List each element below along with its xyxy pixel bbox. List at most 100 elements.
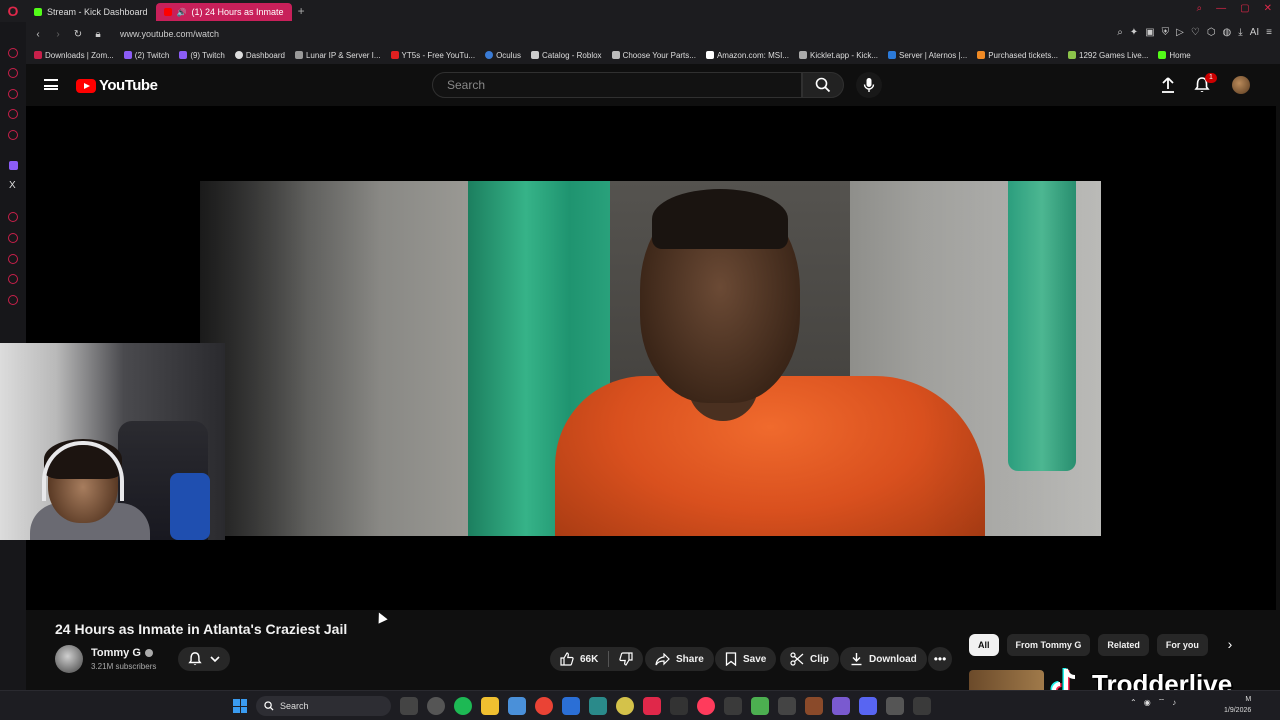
- taskbar-app-icon[interactable]: [670, 697, 688, 715]
- bookmark-item[interactable]: Catalog - Roblox: [530, 51, 602, 60]
- share-button[interactable]: Share: [645, 647, 714, 671]
- taskbar-app-icon[interactable]: [616, 697, 634, 715]
- search-input[interactable]: Search: [432, 72, 802, 98]
- bookmark-item[interactable]: Purchased tickets...: [977, 51, 1058, 60]
- account-avatar[interactable]: [1232, 76, 1250, 94]
- chevron-up-icon[interactable]: ⌃: [1130, 698, 1137, 707]
- video-frame[interactable]: [200, 181, 1101, 536]
- wifi-icon[interactable]: ⌔: [1158, 697, 1166, 707]
- bookmark-item[interactable]: Choose Your Parts...: [611, 51, 696, 60]
- maximize-button[interactable]: ▢: [1240, 3, 1249, 14]
- channel-name[interactable]: Tommy G: [91, 647, 153, 659]
- sidebar-app-icon[interactable]: [8, 212, 18, 222]
- back-button[interactable]: ‹: [30, 29, 46, 40]
- file-explorer-icon[interactable]: [481, 697, 499, 715]
- search-button[interactable]: [802, 72, 844, 98]
- chevron-right-icon[interactable]: ›: [1220, 636, 1240, 656]
- youtube-app-icon[interactable]: [643, 697, 661, 715]
- snapshot-icon[interactable]: ▣: [1145, 27, 1154, 38]
- new-tab-button[interactable]: +: [298, 4, 305, 18]
- taskbar-app-icon[interactable]: [886, 697, 904, 715]
- zoom-icon[interactable]: ⌕: [1117, 27, 1123, 38]
- heart-icon[interactable]: ♡: [1191, 27, 1200, 38]
- sidebar-app-icon[interactable]: [8, 295, 18, 305]
- system-clock[interactable]: M 1/9/2026: [1224, 694, 1251, 716]
- chip-for-you[interactable]: For you: [1156, 634, 1208, 656]
- save-button[interactable]: Save: [715, 647, 777, 671]
- menu-icon[interactable]: ≡: [1266, 27, 1272, 38]
- bookmark-item[interactable]: (9) Twitch: [179, 51, 225, 60]
- media-player-icon[interactable]: [697, 697, 715, 715]
- bookmark-item[interactable]: Server | Aternos |...: [888, 51, 967, 60]
- bookmark-item[interactable]: YT5s - Free YouTu...: [390, 51, 475, 60]
- sidebar-app-icon[interactable]: [8, 109, 18, 119]
- clip-button[interactable]: Clip: [780, 647, 839, 671]
- taskbar-app-icon[interactable]: [832, 697, 850, 715]
- minecraft-icon[interactable]: [751, 697, 769, 715]
- chip-from-channel[interactable]: From Tommy G: [1006, 634, 1091, 656]
- reload-button[interactable]: ↻: [70, 29, 86, 40]
- chrome-icon[interactable]: [535, 697, 553, 715]
- discord-icon[interactable]: [859, 697, 877, 715]
- taskbar-app-icon[interactable]: [805, 697, 823, 715]
- tab-kick-dashboard[interactable]: Stream - Kick Dashboard: [26, 3, 156, 21]
- bookmark-item[interactable]: Kicklet.app - Kick...: [798, 51, 878, 60]
- create-button[interactable]: [1160, 76, 1176, 99]
- taskbar-search[interactable]: Search: [256, 696, 391, 716]
- extension-icon[interactable]: ✦: [1130, 27, 1138, 38]
- bookmark-item[interactable]: Downloads | Zom...: [34, 51, 114, 60]
- subscription-bell-button[interactable]: [178, 647, 230, 671]
- like-button[interactable]: 66K: [550, 647, 608, 671]
- sidebar-app-icon[interactable]: [8, 48, 18, 58]
- twitch-sidebar-icon[interactable]: [9, 161, 18, 170]
- terminal-icon[interactable]: [589, 697, 607, 715]
- chip-related[interactable]: Related: [1098, 634, 1149, 656]
- ai-label[interactable]: AI: [1250, 27, 1259, 38]
- shield-icon[interactable]: ⛨: [1162, 27, 1170, 38]
- x-sidebar-icon[interactable]: X: [9, 180, 16, 191]
- volume-icon[interactable]: ♪: [1172, 698, 1176, 707]
- taskbar-app-icon[interactable]: [427, 697, 445, 715]
- taskbar-app-icon[interactable]: [400, 697, 418, 715]
- bookmark-item[interactable]: Oculus: [485, 51, 521, 60]
- search-tabs-icon[interactable]: ⌕: [1197, 3, 1203, 14]
- youtube-logo[interactable]: YouTube: [76, 77, 158, 94]
- sidebar-app-icon[interactable]: [8, 68, 18, 78]
- forward-button[interactable]: ›: [50, 29, 66, 40]
- start-button[interactable]: [233, 699, 247, 713]
- chip-all[interactable]: All: [969, 634, 999, 656]
- bookmark-item[interactable]: Lunar IP & Server I...: [294, 51, 381, 60]
- editor-icon[interactable]: [562, 697, 580, 715]
- bookmark-item[interactable]: (2) Twitch: [123, 51, 169, 60]
- recommended-video-thumbnail[interactable]: [969, 670, 1044, 690]
- opera-logo-icon[interactable]: O: [0, 0, 26, 22]
- sidebar-app-icon[interactable]: [8, 274, 18, 284]
- puzzle-icon[interactable]: ⬡: [1207, 27, 1216, 38]
- download-button[interactable]: Download: [840, 647, 927, 671]
- sidebar-app-icon[interactable]: [8, 233, 18, 243]
- profile-extension-icon[interactable]: ◍: [1223, 27, 1232, 38]
- more-actions-button[interactable]: •••: [928, 647, 952, 671]
- sidebar-app-icon[interactable]: [8, 89, 18, 99]
- download-icon[interactable]: ⤓: [1238, 27, 1242, 38]
- bookmark-item[interactable]: Home: [1158, 51, 1191, 60]
- play-icon[interactable]: ▷: [1176, 27, 1184, 38]
- photos-icon[interactable]: [508, 697, 526, 715]
- taskbar-app-icon[interactable]: [778, 697, 796, 715]
- taskbar-app-icon[interactable]: [913, 697, 931, 715]
- tab-youtube-video[interactable]: 🔊 (1) 24 Hours as Inmate: [155, 3, 292, 21]
- sidebar-app-icon[interactable]: [8, 130, 18, 140]
- bookmark-item[interactable]: Amazon.com: MSI...: [705, 51, 789, 60]
- taskbar-app-icon[interactable]: [724, 697, 742, 715]
- sidebar-app-icon[interactable]: [8, 254, 18, 264]
- menu-icon[interactable]: [44, 79, 58, 90]
- bookmark-item[interactable]: 1292 Games Live...: [1068, 51, 1148, 60]
- url-field[interactable]: www.youtube.com/watch: [120, 29, 219, 39]
- dislike-button[interactable]: [609, 647, 643, 671]
- spotify-icon[interactable]: [454, 697, 472, 715]
- channel-avatar[interactable]: [55, 645, 83, 673]
- minimize-button[interactable]: —: [1216, 3, 1226, 14]
- tray-app-icon[interactable]: ◉: [1144, 698, 1151, 707]
- close-button[interactable]: ✕: [1264, 3, 1272, 14]
- voice-search-button[interactable]: [856, 72, 882, 98]
